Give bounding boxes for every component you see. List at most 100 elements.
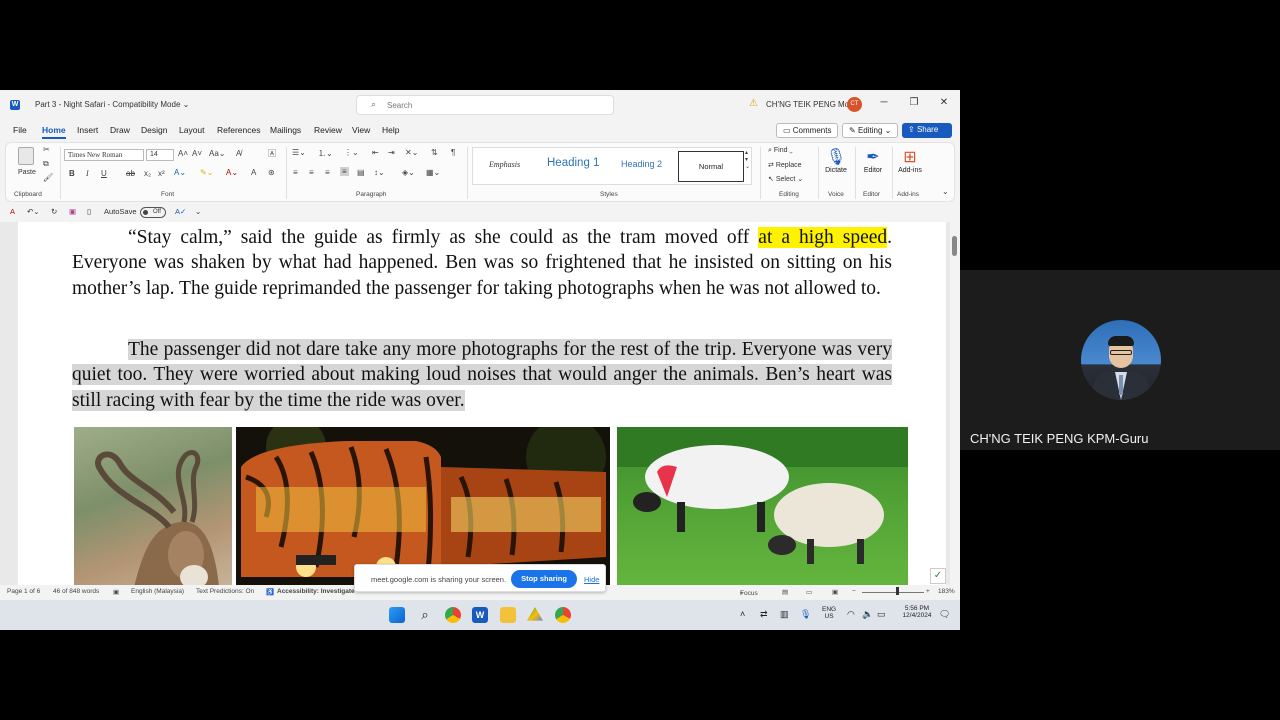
- file-explorer-icon[interactable]: [500, 607, 516, 623]
- editor-button[interactable]: ✒ Editor: [856, 147, 890, 174]
- shading-icon[interactable]: ◈⌄: [402, 168, 415, 177]
- bold-icon[interactable]: B: [69, 169, 75, 178]
- select-button[interactable]: ↖ Select ⌄: [768, 175, 803, 183]
- tab-help[interactable]: Help: [382, 125, 399, 135]
- input-language[interactable]: ENG US: [822, 606, 836, 620]
- justify-icon[interactable]: ≡: [340, 167, 349, 176]
- comments-button[interactable]: ▭ Comments: [776, 123, 839, 138]
- multilevel-list-icon[interactable]: ⋮⌄: [344, 148, 359, 157]
- font-name-box[interactable]: Times New Roman: [64, 149, 144, 161]
- customize-toolbar-icon[interactable]: ⌄: [195, 207, 201, 216]
- strikethrough-icon[interactable]: ab: [126, 169, 135, 178]
- zoom-slider-thumb[interactable]: [896, 587, 899, 595]
- text-predictions-status[interactable]: Text Predictions: On: [196, 588, 254, 595]
- tram-photo[interactable]: [236, 427, 610, 585]
- format-painter-icon[interactable]: 🖌: [43, 173, 53, 182]
- editing-mode-button[interactable]: ✎ Editing ⌄: [842, 123, 899, 138]
- tab-draw[interactable]: Draw: [110, 125, 130, 135]
- sheep-photo[interactable]: [617, 427, 908, 585]
- document-page[interactable]: “Stay calm,” said the guide as firmly as…: [18, 222, 946, 585]
- chrome-icon[interactable]: [445, 607, 461, 623]
- addins-button[interactable]: ⊞ Add-ins: [893, 147, 927, 174]
- bullets-icon[interactable]: ☰⌄: [292, 148, 306, 157]
- proofing-icon[interactable]: ▣: [113, 588, 119, 596]
- increase-indent-icon[interactable]: ⇥: [388, 148, 395, 157]
- document-title[interactable]: Part 3 - Night Safari - Compatibility Mo…: [35, 100, 189, 109]
- print-layout-icon[interactable]: ▭: [806, 588, 812, 596]
- zoom-out-icon[interactable]: −: [852, 588, 856, 595]
- subscript-icon[interactable]: x₂: [144, 169, 151, 178]
- tab-mailings[interactable]: Mailings: [270, 125, 301, 135]
- style-heading2[interactable]: Heading 2: [621, 159, 662, 169]
- paragraph-1[interactable]: “Stay calm,” said the guide as firmly as…: [72, 225, 892, 301]
- line-spacing-icon[interactable]: ↕⌄: [374, 168, 385, 177]
- clock[interactable]: 5:56 PM 12/4/2024: [896, 605, 938, 619]
- styles-scroll-icon[interactable]: ▴ ▾ ⌄: [745, 149, 750, 170]
- align-center-icon[interactable]: ≡: [309, 168, 314, 177]
- italic-icon[interactable]: I: [86, 169, 89, 178]
- grow-font-icon[interactable]: A˄: [178, 149, 188, 158]
- web-layout-icon[interactable]: ▣: [832, 588, 838, 596]
- enclose-character-icon[interactable]: ⊛: [268, 168, 275, 177]
- tab-insert[interactable]: Insert: [77, 125, 98, 135]
- language-status[interactable]: English (Malaysia): [131, 588, 184, 595]
- style-normal[interactable]: Normal: [678, 151, 744, 182]
- tray-overflow-icon[interactable]: ˄: [740, 609, 745, 619]
- warning-icon[interactable]: ⚠: [749, 99, 758, 109]
- undo-icon[interactable]: ↶⌄: [27, 207, 40, 216]
- zoom-slider[interactable]: [862, 592, 924, 593]
- battery-icon[interactable]: ▭: [877, 609, 886, 620]
- tab-file[interactable]: File: [13, 125, 27, 135]
- align-left-icon[interactable]: ≡: [293, 168, 298, 177]
- clear-formatting-icon[interactable]: A̸: [236, 149, 241, 158]
- change-case-icon[interactable]: Aa⌄: [209, 149, 226, 158]
- stop-sharing-button[interactable]: Stop sharing: [511, 570, 577, 588]
- font-color-quick-icon[interactable]: A: [10, 207, 15, 216]
- start-icon[interactable]: [389, 607, 405, 623]
- superscript-icon[interactable]: x²: [158, 169, 165, 178]
- borders-icon[interactable]: ▦⌄: [426, 168, 440, 177]
- copy-icon[interactable]: ⧉: [43, 159, 49, 169]
- account-name[interactable]: CH'NG TEIK PENG Moe: [766, 100, 854, 109]
- tab-design[interactable]: Design: [141, 125, 167, 135]
- decrease-indent-icon[interactable]: ⇤: [372, 148, 379, 157]
- redo-icon[interactable]: ↻: [51, 207, 57, 216]
- asian-layout-icon[interactable]: ✕⌄: [405, 148, 418, 157]
- page-count[interactable]: Page 1 of 6: [7, 588, 40, 595]
- goat-photo[interactable]: [74, 427, 232, 585]
- style-emphasis[interactable]: Emphasis: [489, 160, 520, 169]
- character-shading-icon[interactable]: A: [251, 168, 256, 177]
- tray-graph-icon[interactable]: ▥: [780, 609, 789, 620]
- tray-app-icon[interactable]: ⇄: [760, 609, 768, 620]
- find-button[interactable]: ⌕ Find ⌄: [768, 147, 793, 155]
- text-effects-icon[interactable]: A⌄: [174, 168, 186, 177]
- word-count[interactable]: 46 of 848 words: [53, 588, 99, 595]
- tab-layout[interactable]: Layout: [179, 125, 205, 135]
- zoom-level[interactable]: 183%: [938, 588, 955, 595]
- style-heading1[interactable]: Heading 1: [547, 157, 599, 169]
- google-drive-icon[interactable]: [527, 607, 543, 621]
- restore-icon[interactable]: ❐: [907, 97, 921, 108]
- autosave-toggle[interactable]: Off: [140, 207, 166, 218]
- text-effects-box-icon[interactable]: 🄰: [268, 148, 276, 159]
- read-mode-icon[interactable]: ▤: [782, 588, 788, 596]
- notifications-icon[interactable]: 🗨: [939, 609, 950, 620]
- spelling-icon[interactable]: A✓: [175, 207, 186, 216]
- minimize-icon[interactable]: ─: [877, 97, 891, 108]
- dictate-button[interactable]: 🎙 Dictate: [819, 147, 853, 174]
- distributed-icon[interactable]: ▤: [357, 168, 365, 177]
- tray-mic-icon[interactable]: 🎙: [800, 609, 811, 620]
- tab-review[interactable]: Review: [314, 125, 342, 135]
- font-size-box[interactable]: 14: [146, 149, 174, 161]
- share-button[interactable]: ⇪ Share: [902, 123, 952, 138]
- scroll-thumb[interactable]: [952, 236, 957, 256]
- checkmark-icon[interactable]: ✓: [930, 568, 946, 584]
- zoom-in-icon[interactable]: +: [926, 588, 930, 595]
- replace-button[interactable]: ⇄ Replace: [768, 161, 802, 169]
- accessibility-status[interactable]: Accessibility: Investigate: [277, 588, 355, 595]
- paragraph-2[interactable]: The passenger did not dare take any more…: [72, 337, 892, 413]
- highlight-color-icon[interactable]: ✎⌄: [200, 168, 213, 177]
- save-icon[interactable]: ▣: [69, 207, 76, 216]
- new-document-icon[interactable]: ▯: [87, 207, 91, 216]
- font-color-icon[interactable]: A⌄: [226, 168, 238, 177]
